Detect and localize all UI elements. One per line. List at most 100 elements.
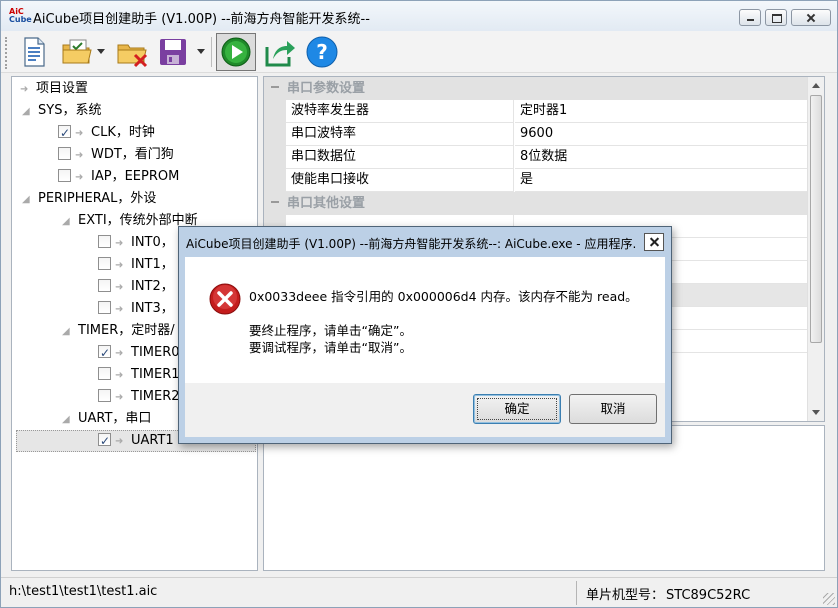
tree-item-wdt[interactable]: ➜ WDT，看门狗 <box>58 144 174 166</box>
tree-item-iap[interactable]: ➜ IAP，EEPROM <box>58 166 179 188</box>
resize-grip[interactable] <box>823 593 835 605</box>
mcu-model-value: STC89C52RC <box>666 588 751 603</box>
run-icon <box>221 37 251 67</box>
property-row-data-bits[interactable]: 串口数据位 8位数据 <box>264 146 809 169</box>
run-button[interactable] <box>216 33 256 71</box>
ok-button[interactable]: 确定 <box>473 394 561 424</box>
error-icon <box>209 283 241 315</box>
tree-bullet-icon: ➜ <box>75 128 84 139</box>
property-value[interactable]: 定时器1 <box>515 100 809 123</box>
save-dropdown-arrow[interactable] <box>197 49 205 54</box>
iap-checkbox[interactable] <box>58 169 71 182</box>
property-row-enable-receive[interactable]: 使能串口接收 是 <box>264 169 809 192</box>
property-name: 波特率发生器 <box>286 100 514 123</box>
timer2-checkbox[interactable] <box>98 389 111 402</box>
collapse-icon[interactable] <box>269 196 281 208</box>
collapse-arrow-icon: ◢ <box>62 216 70 227</box>
property-category-serial-params[interactable]: 串口参数设置 <box>264 77 809 100</box>
close-folder-icon <box>117 44 148 68</box>
help-button[interactable]: ? <box>305 35 339 69</box>
property-value[interactable]: 9600 <box>515 123 809 146</box>
tree-item-project-settings[interactable]: ➜ 项目设置 <box>20 78 88 100</box>
collapse-arrow-icon: ◢ <box>62 326 70 337</box>
scrollbar-thumb[interactable] <box>810 95 822 343</box>
open-dropdown-arrow[interactable] <box>97 49 105 54</box>
toolbar-separator <box>211 37 212 67</box>
close-project-button[interactable] <box>115 35 149 69</box>
tree-item-uart1[interactable]: ➜UART1 <box>98 430 174 452</box>
tree-bullet-icon: ➜ <box>20 84 29 95</box>
collapse-arrow-icon: ◢ <box>22 194 30 205</box>
dialog-close-button[interactable] <box>644 233 664 251</box>
dialog-content: 0x0033deee 指令引用的 0x000006d4 内存。该内存不能为 re… <box>185 257 665 383</box>
property-name: 串口波特率 <box>286 123 514 146</box>
tree-item-timer0[interactable]: ➜TIMER0 <box>98 342 180 364</box>
collapse-icon[interactable] <box>269 81 281 93</box>
property-row-baud-generator[interactable]: 波特率发生器 定时器1 <box>264 100 809 123</box>
tree-item-timer2[interactable]: ➜ TIMER2 <box>98 386 180 408</box>
tree-item-timer[interactable]: ◢ TIMER，定时器/ <box>62 320 175 342</box>
dialog-body: 0x0033deee 指令引用的 0x000006d4 内存。该内存不能为 re… <box>185 257 665 437</box>
tree-item-timer1[interactable]: ➜ TIMER1 <box>98 364 180 386</box>
dialog-title: AiCube项目创建助手 (V1.00P) --前海方舟智能开发系统--: Ai… <box>186 237 636 251</box>
tree-bullet-icon: ➜ <box>115 282 124 293</box>
timer1-checkbox[interactable] <box>98 367 111 380</box>
uart1-checkbox[interactable] <box>98 430 111 452</box>
collapse-arrow-icon: ◢ <box>22 106 30 117</box>
property-category-serial-other[interactable]: 串口其他设置 <box>264 192 809 215</box>
minimize-button[interactable] <box>739 9 761 26</box>
property-value[interactable]: 8位数据 <box>515 146 809 169</box>
tree-bullet-icon: ➜ <box>115 370 124 381</box>
tree-bullet-icon: ➜ <box>115 238 124 249</box>
new-project-button[interactable] <box>17 35 51 69</box>
window-controls <box>739 9 831 26</box>
property-row-baud-rate[interactable]: 串口波特率 9600 <box>264 123 809 146</box>
tree-bullet-icon: ➜ <box>115 392 124 403</box>
open-folder-icon <box>62 39 92 64</box>
toolbar-grip[interactable] <box>5 37 9 69</box>
tree-bullet-icon: ➜ <box>75 150 84 161</box>
int0-checkbox[interactable] <box>98 235 111 248</box>
int1-checkbox[interactable] <box>98 257 111 270</box>
timer0-checkbox[interactable] <box>98 342 111 364</box>
tree-item-uart[interactable]: ◢ UART，串口 <box>62 408 151 430</box>
mcu-model: 单片机型号： STC89C52RC <box>584 584 750 603</box>
property-scrollbar[interactable] <box>807 77 824 421</box>
int3-checkbox[interactable] <box>98 301 111 314</box>
error-dialog: AiCube项目创建助手 (V1.00P) --前海方舟智能开发系统--: Ai… <box>178 226 672 444</box>
property-name: 使能串口接收 <box>286 169 514 192</box>
collapse-arrow-icon: ◢ <box>62 414 70 425</box>
project-path: h:\test1\test1\test1.aic <box>9 584 158 599</box>
tree-item-sys[interactable]: ◢ SYS，系统 <box>22 100 101 122</box>
tree-bullet-icon: ➜ <box>115 348 124 359</box>
scroll-up-icon[interactable] <box>812 83 820 88</box>
scroll-down-icon[interactable] <box>812 410 820 415</box>
clk-checkbox[interactable] <box>58 122 71 144</box>
tree-item-int3[interactable]: ➜ INT3， <box>98 298 174 320</box>
new-document-icon <box>24 37 45 67</box>
toolbar: ? <box>1 31 837 73</box>
status-divider <box>576 581 577 605</box>
open-project-button[interactable] <box>61 35 95 69</box>
tree-item-clk[interactable]: ➜CLK，时钟 <box>58 122 155 144</box>
wdt-checkbox[interactable] <box>58 147 71 160</box>
svg-text:?: ? <box>316 40 328 64</box>
error-message: 0x0033deee 指令引用的 0x000006d4 内存。该内存不能为 re… <box>249 289 638 304</box>
save-button[interactable] <box>157 35 191 69</box>
cancel-button[interactable]: 取消 <box>569 394 657 424</box>
tree-item-int0[interactable]: ➜ INT0， <box>98 232 174 254</box>
tree-item-int2[interactable]: ➜ INT2， <box>98 276 174 298</box>
tree-item-int1[interactable]: ➜ INT1， <box>98 254 174 276</box>
status-bar: h:\test1\test1\test1.aic 单片机型号： STC89C52R… <box>1 577 837 607</box>
property-value[interactable]: 是 <box>515 169 809 192</box>
close-window-button[interactable] <box>791 9 831 26</box>
maximize-button[interactable] <box>765 9 787 26</box>
app-logo-icon: AiC Cube <box>9 8 32 24</box>
tree-item-peripheral[interactable]: ◢ PERIPHERAL，外设 <box>22 188 156 210</box>
tree-bullet-icon: ➜ <box>75 172 84 183</box>
int2-checkbox[interactable] <box>98 279 111 292</box>
title-bar: AiC Cube AiCube项目创建助手 (V1.00P) --前海方舟智能开… <box>1 1 837 31</box>
export-button[interactable] <box>263 35 297 69</box>
property-description-panel <box>263 425 825 571</box>
logo-bottom-text: Cube <box>9 15 32 24</box>
